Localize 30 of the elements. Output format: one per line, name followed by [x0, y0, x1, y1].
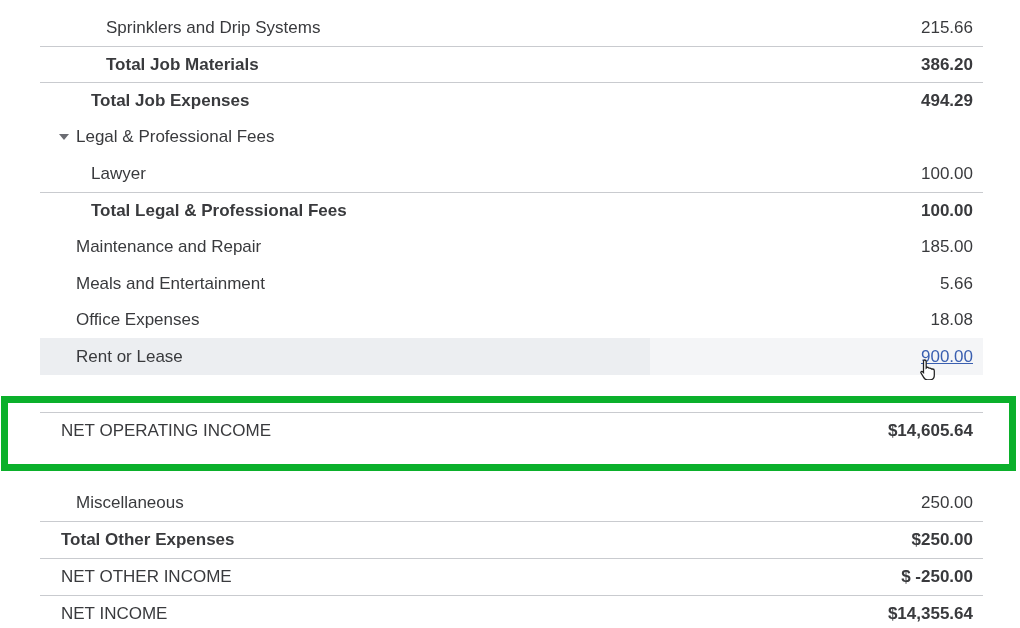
summary-label: NET OTHER INCOME — [61, 565, 233, 588]
amount: 185.00 — [921, 236, 973, 259]
account-label: Meals and Entertainment — [76, 272, 266, 295]
account-label: Maintenance and Repair — [76, 236, 263, 259]
summary-amount: $14,355.64 — [887, 602, 973, 625]
total-label: Total Job Expenses — [91, 90, 251, 113]
summary-amount: $14,605.64 — [887, 419, 973, 442]
summary-label: NET INCOME — [61, 602, 169, 625]
total-amount: 386.20 — [921, 53, 973, 76]
caret-icon[interactable] — [59, 134, 69, 141]
account-label: Office Expenses — [76, 309, 201, 332]
total-amount: 494.29 — [921, 90, 973, 113]
summary-label: NET OPERATING INCOME — [61, 419, 272, 442]
account-label: Lawyer — [91, 162, 147, 185]
total-amount: 100.00 — [921, 200, 973, 222]
amount: 100.00 — [921, 162, 973, 185]
amount: 18.08 — [930, 309, 973, 332]
total-label: Total Other Expenses — [61, 529, 236, 552]
account-label: Miscellaneous — [76, 492, 185, 515]
amount-link[interactable]: 900.00 — [921, 343, 973, 370]
total-amount: $250.00 — [911, 529, 973, 552]
amount: 5.66 — [939, 272, 973, 295]
group-label: Legal & Professional Fees — [76, 126, 276, 149]
total-label: Total Legal & Professional Fees — [91, 200, 348, 222]
account-label: Sprinklers and Drip Systems — [106, 16, 322, 39]
amount: 215.66 — [921, 16, 973, 39]
amount: 250.00 — [921, 492, 973, 515]
summary-amount: $ -250.00 — [901, 565, 973, 588]
account-label: Rent or Lease — [76, 345, 184, 368]
total-label: Total Job Materials — [106, 53, 260, 76]
